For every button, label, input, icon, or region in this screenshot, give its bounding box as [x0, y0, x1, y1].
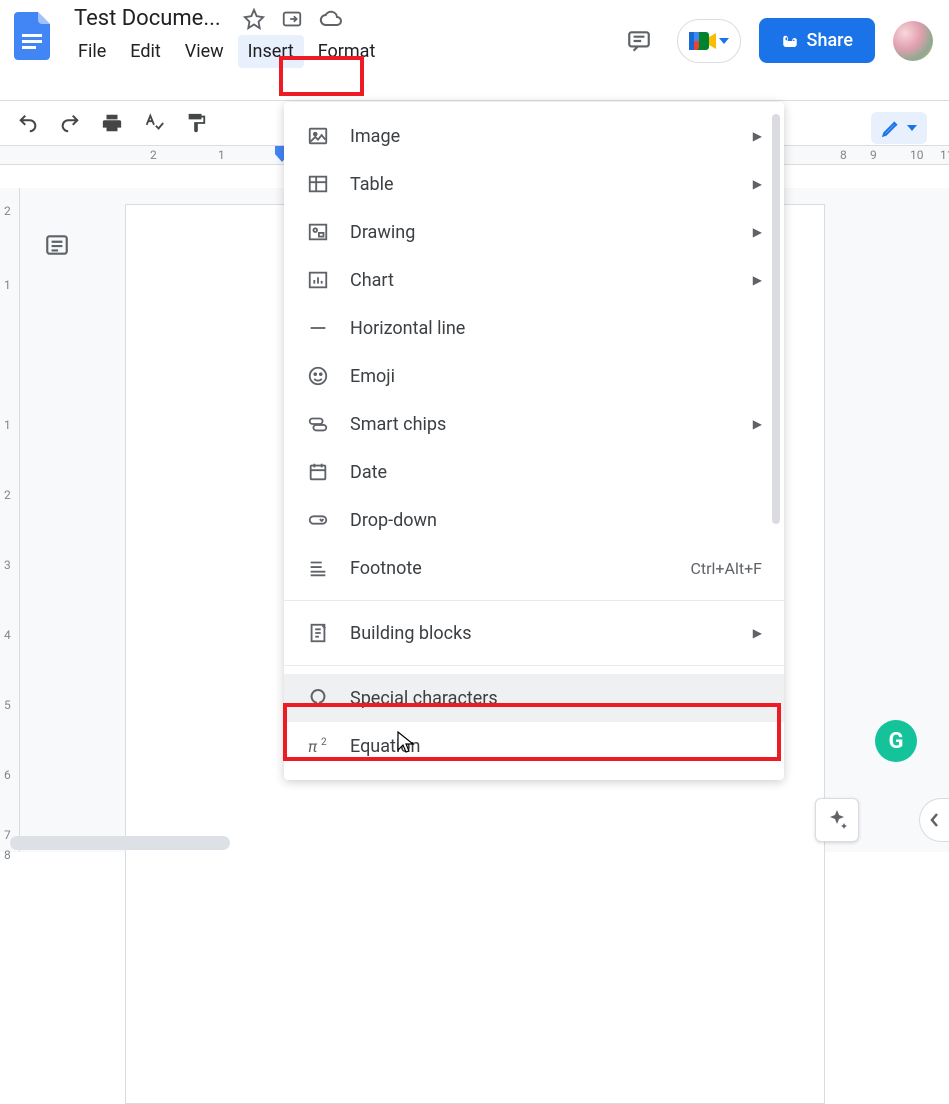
document-title[interactable]: Test Docume... — [68, 4, 227, 33]
menu-item-label: Special characters — [350, 688, 498, 709]
outline-toggle-icon[interactable] — [44, 232, 70, 262]
comments-button[interactable] — [619, 21, 659, 61]
submenu-arrow-icon: ▶ — [753, 129, 762, 143]
vertical-ruler[interactable]: 2112345678 — [0, 188, 20, 852]
meet-button[interactable] — [677, 19, 741, 63]
dropdown-icon — [304, 506, 332, 534]
insert-menu-emoji[interactable]: Emoji — [284, 352, 784, 400]
submenu-arrow-icon: ▶ — [753, 417, 762, 431]
menu-shortcut: Ctrl+Alt+F — [690, 559, 762, 578]
menu-item-label: Equation — [350, 736, 420, 757]
submenu-arrow-icon: ▶ — [753, 225, 762, 239]
menu-item-label: Drawing — [350, 222, 415, 243]
menu-insert[interactable]: Insert — [238, 35, 304, 68]
drawing-icon — [304, 218, 332, 246]
insert-menu-footnote[interactable]: Footnote Ctrl+Alt+F — [284, 544, 784, 592]
insert-menu-image[interactable]: Image ▶ — [284, 112, 784, 160]
svg-text:2: 2 — [321, 737, 327, 748]
cloud-status-icon[interactable] — [319, 7, 343, 31]
horizontal-scrollbar[interactable] — [10, 836, 230, 850]
insert-menu-drawing[interactable]: Drawing ▶ — [284, 208, 784, 256]
insert-menu-smart-chips[interactable]: Smart chips ▶ — [284, 400, 784, 448]
menu-separator — [284, 665, 784, 666]
menu-item-label: Chart — [350, 270, 394, 291]
submenu-arrow-icon: ▶ — [753, 273, 762, 287]
account-avatar[interactable] — [893, 21, 933, 61]
redo-icon[interactable] — [58, 111, 82, 135]
menu-format[interactable]: Format — [308, 35, 386, 68]
omega-icon — [304, 684, 332, 712]
chart-icon — [304, 266, 332, 294]
share-label: Share — [807, 30, 853, 51]
menu-item-label: Image — [350, 126, 400, 147]
menu-item-label: Table — [350, 174, 394, 195]
insert-menu-building-blocks[interactable]: Building blocks ▶ — [284, 609, 784, 657]
star-icon[interactable] — [243, 8, 265, 30]
svg-text:π: π — [308, 737, 318, 756]
share-button[interactable]: Share — [759, 18, 875, 63]
blocks-icon — [304, 619, 332, 647]
insert-menu-date[interactable]: Date — [284, 448, 784, 496]
menu-view[interactable]: View — [175, 35, 234, 68]
docs-logo[interactable] — [12, 10, 52, 62]
insert-menu-equation[interactable]: π2 Equation — [284, 722, 784, 770]
equation-icon: π2 — [304, 732, 332, 760]
emoji-icon — [304, 362, 332, 390]
menu-item-label: Horizontal line — [350, 318, 465, 339]
submenu-arrow-icon: ▶ — [753, 626, 762, 640]
menu-item-label: Emoji — [350, 366, 395, 387]
paint-format-icon[interactable] — [184, 111, 208, 135]
print-icon[interactable] — [100, 111, 124, 135]
menu-item-label: Building blocks — [350, 623, 472, 644]
menu-file[interactable]: File — [68, 35, 116, 68]
editing-mode-button[interactable] — [871, 112, 927, 144]
footnote-icon — [304, 554, 332, 582]
insert-menu-drop-down[interactable]: Drop-down — [284, 496, 784, 544]
insert-menu-table[interactable]: Table ▶ — [284, 160, 784, 208]
insert-menu-chart[interactable]: Chart ▶ — [284, 256, 784, 304]
hline-icon — [304, 314, 332, 342]
menu-item-label: Date — [350, 462, 387, 483]
menu-item-label: Footnote — [350, 558, 422, 579]
insert-menu-special-characters[interactable]: Special characters — [284, 674, 784, 722]
grammarly-icon[interactable]: G — [875, 720, 917, 762]
move-icon[interactable] — [281, 8, 303, 30]
image-icon — [304, 122, 332, 150]
menu-item-label: Drop-down — [350, 510, 437, 531]
table-icon — [304, 170, 332, 198]
explore-button[interactable] — [815, 798, 859, 842]
menu-item-label: Smart chips — [350, 414, 446, 435]
chips-icon — [304, 410, 332, 438]
menu-separator — [284, 600, 784, 601]
menu-edit[interactable]: Edit — [120, 35, 170, 68]
spellcheck-icon[interactable] — [142, 111, 166, 135]
insert-menu-horizontal-line[interactable]: Horizontal line — [284, 304, 784, 352]
submenu-arrow-icon: ▶ — [753, 177, 762, 191]
insert-dropdown-menu: Image ▶ Table ▶ Drawing ▶ Chart ▶ Horizontal lin… — [284, 102, 784, 780]
undo-icon[interactable] — [16, 111, 40, 135]
date-icon — [304, 458, 332, 486]
